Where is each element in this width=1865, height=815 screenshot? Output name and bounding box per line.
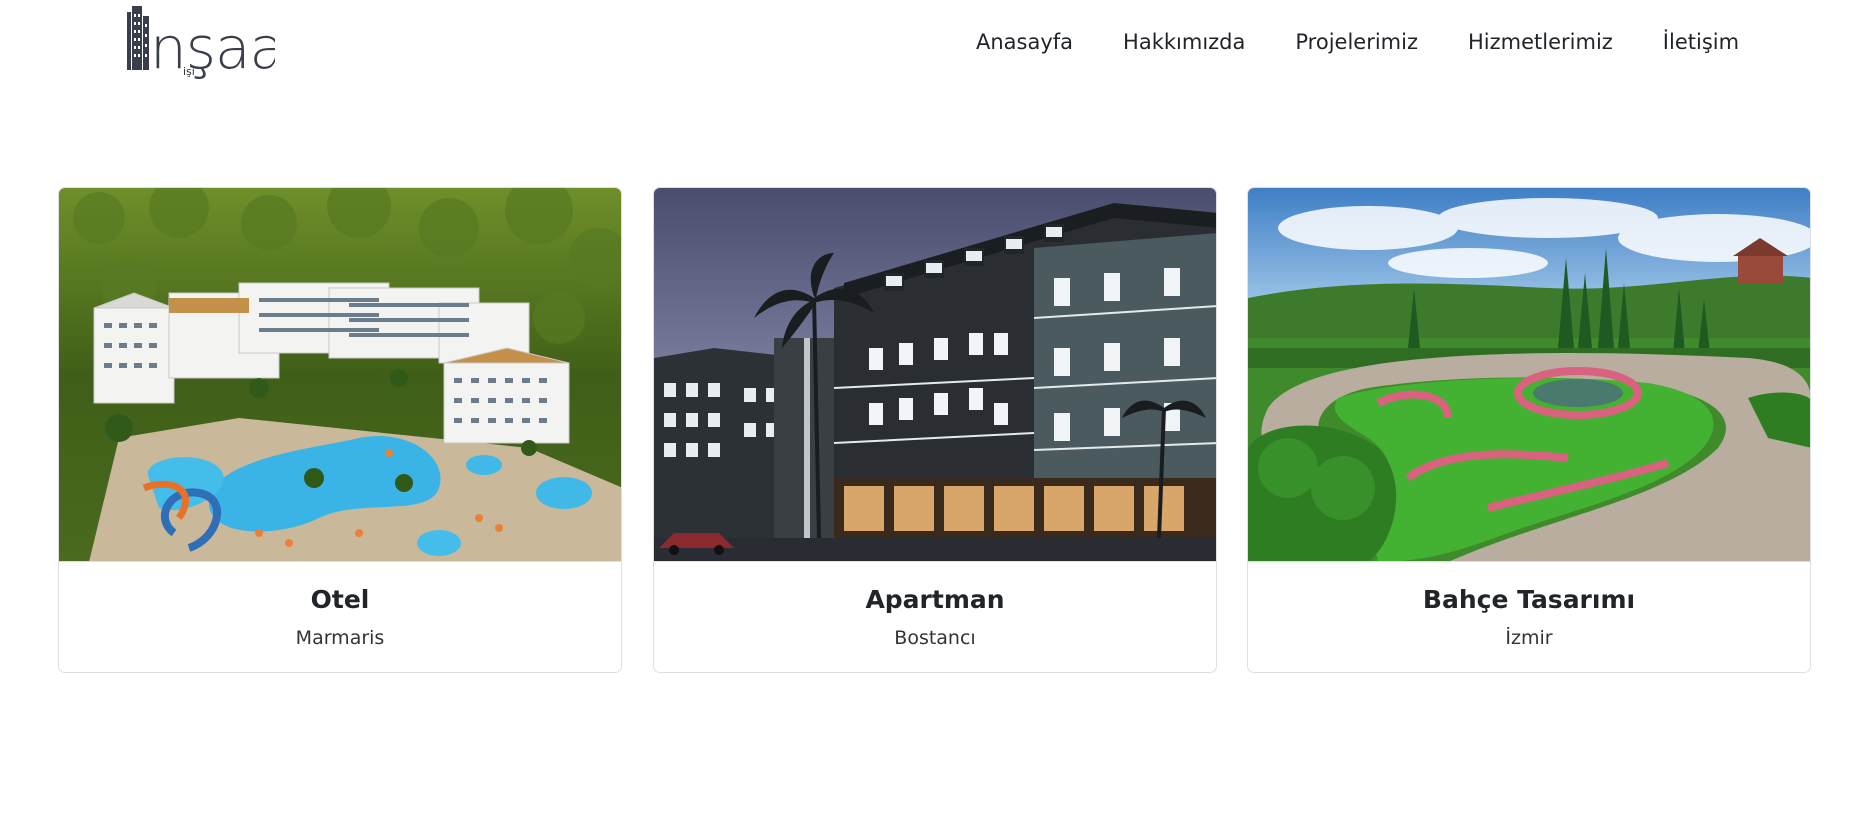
card-title: Apartman	[865, 585, 1005, 614]
project-card-apartman[interactable]: Apartman Bostancı	[653, 187, 1217, 673]
project-card-bahce-tasarimi[interactable]: Bahçe Tasarımı İzmir	[1247, 187, 1811, 673]
card-title: Otel	[310, 585, 370, 614]
svg-text:nşaat: nşaat	[150, 14, 275, 80]
card-body: Bahçe Tasarımı İzmir	[1248, 562, 1810, 651]
card-title: Bahçe Tasarımı	[1422, 585, 1636, 614]
card-location: Marmaris	[295, 627, 385, 649]
nav-item-hakkimizda[interactable]: Hakkımızda	[1123, 26, 1245, 58]
card-location: İzmir	[1505, 627, 1553, 649]
logo-subtitle: işi	[183, 65, 195, 78]
card-body: Otel Marmaris	[59, 562, 621, 651]
nav-item-anasayfa[interactable]: Anasayfa	[976, 26, 1073, 58]
main-nav: Anasayfa Hakkımızda Projelerimiz Hizmetl…	[976, 26, 1739, 58]
nav-item-iletisim[interactable]: İletişim	[1663, 26, 1739, 58]
nav-item-hizmetlerimiz[interactable]: Hizmetlerimiz	[1468, 26, 1613, 58]
project-image-bahce-tasarimi	[1248, 188, 1810, 562]
project-card-otel[interactable]: Otel Marmaris	[58, 187, 622, 673]
project-image-otel	[59, 188, 621, 562]
site-header: nşaat işi Anasayfa Hakkımızda Projelerim…	[0, 0, 1865, 90]
brand-logo[interactable]: nşaat	[125, 4, 275, 80]
building-logo-icon: nşaat	[127, 6, 275, 80]
project-image-apartman	[654, 188, 1216, 562]
nav-item-projelerimiz[interactable]: Projelerimiz	[1295, 26, 1418, 58]
card-location: Bostancı	[894, 627, 976, 649]
card-body: Apartman Bostancı	[654, 562, 1216, 651]
